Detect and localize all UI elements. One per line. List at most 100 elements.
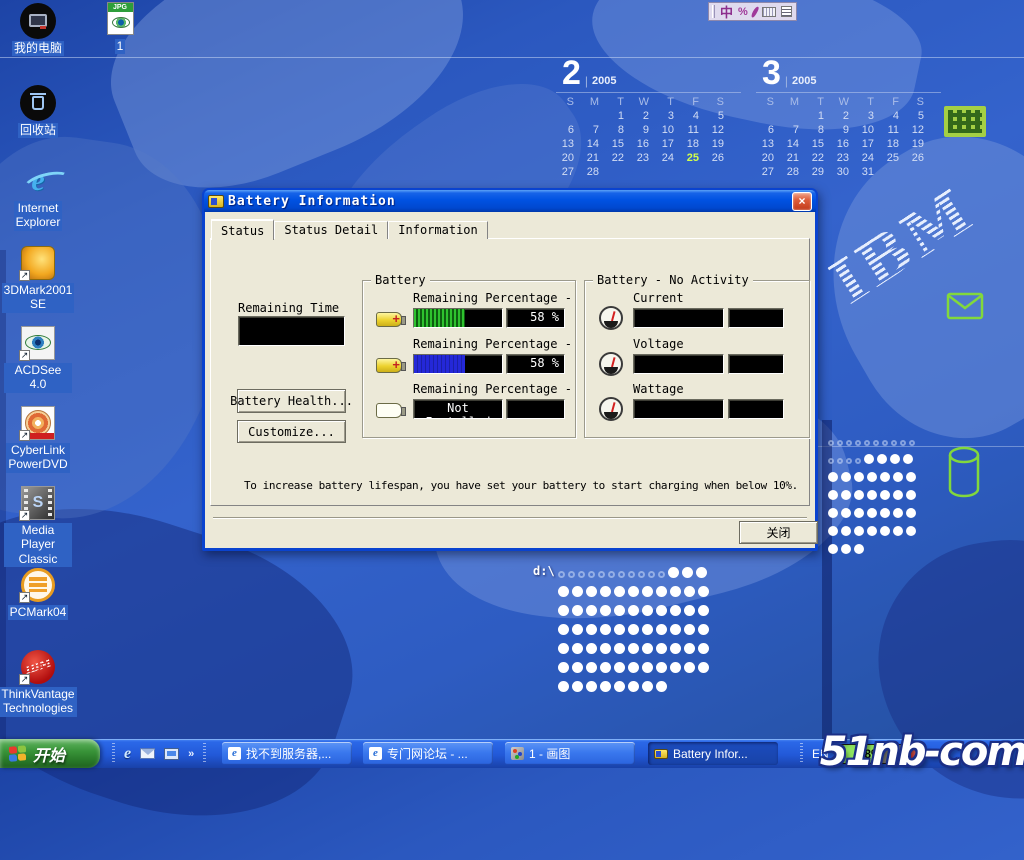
tray-red-icon[interactable]	[911, 748, 923, 760]
wallpaper-dot	[628, 571, 635, 578]
wallpaper-dot	[558, 643, 569, 654]
voltage-display	[633, 354, 724, 374]
calendar-day: 16	[631, 137, 656, 151]
calendar-day-header: T	[856, 95, 881, 109]
calendar-day-header: F	[881, 95, 906, 109]
wallpaper-dot	[600, 605, 611, 616]
wallpaper-dot	[890, 454, 900, 464]
remaining-percentage-label: Remaining Percentage -	[413, 291, 572, 305]
ime-language-icon[interactable]: 中	[720, 2, 733, 21]
wallpaper-dot	[614, 624, 625, 635]
desktop-icon-label: 3DMark2001 SE	[2, 283, 75, 313]
tab-status-detail[interactable]: Status Detail	[274, 221, 388, 239]
calendar-separator: |	[785, 74, 788, 88]
calendar-day: 7	[581, 123, 606, 137]
dialog-titlebar[interactable]: Battery Information ×	[204, 190, 816, 212]
desktop-icon-my-computer[interactable]: 我的电脑	[4, 2, 72, 56]
wallpaper-dot	[600, 662, 611, 673]
tray-battery-meter[interactable]: 58%	[838, 744, 902, 764]
wallpaper-dot	[880, 508, 890, 518]
wallpaper-dot	[906, 508, 916, 518]
dialog-title: Battery Information	[228, 194, 396, 209]
wallpaper-dot	[558, 662, 569, 673]
calendar-day: 20	[556, 151, 581, 165]
desktop-icon-3dmark2001[interactable]: ↗ 3DMark2001 SE	[4, 244, 72, 313]
ime-menu-icon[interactable]	[781, 6, 792, 17]
wallpaper-dot	[670, 643, 681, 654]
dialog-client-area: Status Status Detail Information Remaini…	[205, 212, 815, 548]
calendar-separator: |	[585, 74, 588, 88]
desktop-icon-thinkvantage[interactable]: IBM ↗ ThinkVantage Technologies	[4, 648, 72, 717]
language-indicator[interactable]: EN	[812, 747, 829, 761]
calendar-day: 20	[756, 151, 781, 165]
wallpaper-dot	[828, 472, 838, 482]
wallpaper-dot	[841, 526, 851, 536]
calendar-day: 14	[581, 137, 606, 151]
wallpaper-dot	[867, 526, 877, 536]
calendar-day-header: M	[581, 95, 606, 109]
calendar-day: 14	[781, 137, 806, 151]
wallpaper-dot	[628, 662, 639, 673]
quick-launch-ie-icon[interactable]: e	[124, 745, 131, 763]
wallpaper-dot	[642, 624, 653, 635]
wallpaper-calendar-february: 2|2005SMTWTFS123456789101112131415161718…	[556, 54, 741, 179]
calendar-day: 30	[831, 165, 856, 179]
quick-launch-overflow-chevron[interactable]: »	[188, 748, 194, 760]
calendar-day: 15	[606, 137, 631, 151]
wallpaper-dot	[614, 643, 625, 654]
ibm-striped-logo: IBM	[819, 156, 1024, 360]
desktop-icon-internet-explorer[interactable]: e Internet Explorer	[4, 162, 72, 231]
tab-information[interactable]: Information	[388, 221, 487, 239]
start-button[interactable]: 开始	[0, 739, 100, 768]
ime-drag-handle[interactable]	[712, 5, 715, 18]
calendar-day: 23	[831, 151, 856, 165]
wallpaper-dot	[600, 643, 611, 654]
wallpaper-dot	[684, 662, 695, 673]
quick-launch-mail-icon[interactable]	[140, 748, 155, 759]
my-computer-icon	[20, 3, 56, 39]
calendar-day: 2	[831, 109, 856, 123]
calendar-day: 22	[806, 151, 831, 165]
wallpaper-dot	[891, 440, 897, 446]
wallpaper-dot	[558, 624, 569, 635]
calendar-year: 2005	[792, 75, 816, 88]
taskbar-button-server-not-found[interactable]: e 找不到服务器,...	[222, 742, 352, 765]
ime-language-bar[interactable]: 中 %	[708, 2, 797, 21]
remaining-time-label: Remaining Time	[238, 301, 339, 315]
calendar-month: 2	[562, 59, 581, 88]
calendar-day: 23	[631, 151, 656, 165]
calendar-day: 3	[856, 109, 881, 123]
desktop-icon-powerdvd[interactable]: ↗ CyberLink PowerDVD	[4, 404, 72, 473]
ime-punctuation-icon[interactable]	[750, 5, 759, 17]
calendar-day-header: W	[831, 95, 856, 109]
desktop-icon-acdsee[interactable]: ↗ ACDSee 4.0	[4, 324, 72, 393]
taskbar-button-paint[interactable]: 1 - 画图	[505, 742, 635, 765]
desktop-icon-recycle-bin[interactable]: 回收站	[4, 84, 72, 138]
battery1-percent-display: 58 %	[506, 308, 565, 328]
calendar-day-header: S	[756, 95, 781, 109]
dialog-close-button[interactable]: 关闭	[739, 521, 818, 544]
drive-label: d:\	[533, 564, 555, 578]
tab-status[interactable]: Status	[211, 219, 274, 240]
wallpaper-dot	[658, 571, 665, 578]
battery-installed-icon	[376, 358, 402, 373]
calendar-day	[706, 165, 731, 179]
desktop-icon-media-player-classic[interactable]: S ↗ Media Player Classic	[4, 484, 72, 567]
wallpaper-dot	[855, 440, 861, 446]
calendar-day: 7	[781, 123, 806, 137]
ime-keyboard-icon[interactable]	[762, 7, 776, 17]
wallpaper-dot	[588, 571, 595, 578]
desktop-icon-pcmark04[interactable]: ↗ PCMark04	[4, 566, 72, 620]
ime-fullwidth-icon[interactable]: %	[738, 6, 748, 18]
calendar-day: 4	[881, 109, 906, 123]
customize-button[interactable]: Customize...	[237, 420, 346, 443]
calendar-month: 3	[762, 59, 781, 88]
desktop-icon-jpg-1[interactable]: JPG 1	[86, 0, 154, 54]
taskbar-button-battery-information[interactable]: Battery Infor...	[648, 742, 778, 765]
battery-health-button[interactable]: Battery Health...	[237, 389, 346, 413]
desktop-icon-label: 1	[115, 39, 126, 54]
show-desktop-icon[interactable]	[164, 748, 179, 760]
close-icon[interactable]: ×	[792, 192, 812, 211]
taskbar-button-forum[interactable]: e 专门网论坛 - ...	[363, 742, 493, 765]
wallpaper-dot	[600, 586, 611, 597]
